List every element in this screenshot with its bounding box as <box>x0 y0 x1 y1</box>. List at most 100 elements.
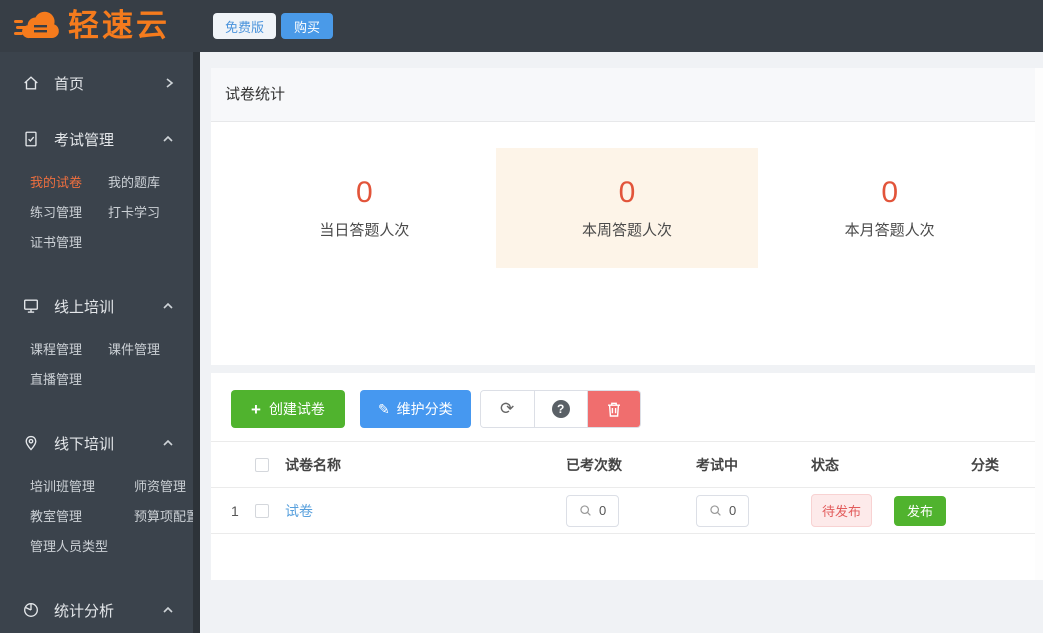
sidebar-item-home[interactable]: 首页 <box>0 63 193 103</box>
create-paper-label: 创建试卷 <box>268 401 325 417</box>
location-pin-icon <box>25 435 37 451</box>
refresh-button[interactable]: ⟳ <box>480 391 534 427</box>
header-status: 状态 <box>811 456 839 473</box>
menu-label-home: 首页 <box>54 75 85 93</box>
papers-toolbar: + 创建试卷 ✎ 维护分类 ⟳ ? <box>211 390 1043 428</box>
taken-count-button[interactable]: 0 <box>566 494 620 527</box>
menu-label-online: 线上培训 <box>54 298 115 316</box>
home-icon <box>24 76 38 90</box>
chevron-up-icon <box>163 135 173 142</box>
search-icon <box>580 505 591 516</box>
row-select <box>255 488 285 534</box>
sidebar-subitem-checkin-study[interactable]: 打卡学习 <box>108 198 160 228</box>
pie-chart-icon <box>24 603 38 617</box>
header-index <box>211 442 255 488</box>
header-in-exam: 考试中 <box>696 456 738 473</box>
stat-daily-answers: 0 当日答题人次 <box>233 148 496 268</box>
stat-label: 本月答题人次 <box>844 222 935 239</box>
stats-card: 0 当日答题人次 0 本周答题人次 0 本月答题人次 <box>211 122 1043 365</box>
monitor-icon <box>24 299 38 313</box>
free-version-badge[interactable]: 免费版 <box>213 13 277 39</box>
header-paper-name: 试卷名称 <box>285 456 341 473</box>
submenu-online: 课程管理 课件管理 直播管理 <box>0 326 193 407</box>
header-select-all <box>255 442 285 488</box>
sidebar-subitem-live[interactable]: 直播管理 <box>30 365 82 395</box>
papers-card: + 创建试卷 ✎ 维护分类 ⟳ ? 试卷名称 已考次数 考试中 状态 分类 1 … <box>211 373 1043 580</box>
sidebar-subitem-teachers[interactable]: 师资管理 <box>134 472 193 502</box>
page-title: 试卷统计 <box>211 68 1043 122</box>
delete-button[interactable] <box>586 391 640 427</box>
select-all-checkbox[interactable] <box>255 457 269 472</box>
buy-button[interactable]: 购买 <box>281 13 334 39</box>
row-index: 1 <box>231 502 239 519</box>
publish-button[interactable]: 发布 <box>894 495 947 526</box>
maintain-category-label: 维护分类 <box>396 401 453 417</box>
edit-icon: ✎ <box>377 400 390 417</box>
sidebar-subitem-question-bank[interactable]: 我的题库 <box>108 168 160 198</box>
stat-value: 0 <box>355 176 373 209</box>
sidebar-subitem-practice[interactable]: 练习管理 <box>30 198 82 228</box>
sidebar-item-statistics[interactable]: 统计分析 <box>0 590 193 630</box>
menu-label-exam: 考试管理 <box>54 131 115 149</box>
search-icon <box>710 505 721 516</box>
table-row: 1 试卷 0 0 待发布 发布 <box>211 488 1043 534</box>
main-content: 试卷统计 0 当日答题人次 0 本周答题人次 0 本月答题人次 + 创建试卷 ✎… <box>200 52 1043 633</box>
stat-value: 0 <box>881 176 899 209</box>
papers-table: 试卷名称 已考次数 考试中 状态 分类 1 试卷 0 0 待发布 发布 <box>211 441 1043 534</box>
sidebar-item-online-training[interactable]: 线上培训 <box>0 286 193 326</box>
sidebar-subitem-certificates[interactable]: 证书管理 <box>30 228 82 258</box>
submenu-offline: 培训班管理 师资管理 教室管理 预算项配置 管理人员类型 <box>0 463 193 574</box>
sidebar-subitem-training-class[interactable]: 培训班管理 <box>30 472 108 502</box>
sidebar-item-offline-training[interactable]: 线下培训 <box>0 423 193 463</box>
maintain-category-button[interactable]: ✎ 维护分类 <box>359 390 471 428</box>
row-checkbox[interactable] <box>255 503 269 518</box>
menu-label-offline: 线下培训 <box>54 435 115 453</box>
sidebar-subitem-classrooms[interactable]: 教室管理 <box>30 502 108 532</box>
stat-value: 0 <box>618 176 636 209</box>
scrollbar-track[interactable] <box>1035 68 1043 580</box>
stat-label: 当日答题人次 <box>319 222 410 239</box>
chevron-up-icon <box>163 439 173 446</box>
chevron-up-icon <box>163 606 173 613</box>
brand-logo[interactable]: 轻速云 <box>14 9 170 42</box>
sidebar-subitem-courseware[interactable]: 课件管理 <box>108 335 160 365</box>
create-paper-button[interactable]: + 创建试卷 <box>231 390 345 428</box>
help-icon: ? <box>551 400 570 418</box>
chevron-right-icon <box>166 78 174 88</box>
submenu-exam: 我的试卷 我的题库 练习管理 打卡学习 证书管理 <box>0 159 193 270</box>
header-category: 分类 <box>971 456 999 473</box>
taken-count-value: 0 <box>599 503 607 518</box>
app-window: 轻速云 免费版 购买 首页 考试管理 我的试卷 我的题库 练习管理 打卡学习 证… <box>0 0 1043 633</box>
sidebar-subitem-my-papers[interactable]: 我的试卷 <box>30 168 82 198</box>
sidebar: 首页 考试管理 我的试卷 我的题库 练习管理 打卡学习 证书管理 线上培训 课程… <box>0 52 193 633</box>
topbar: 轻速云 免费版 购买 <box>0 0 1043 52</box>
sidebar-subitem-courses[interactable]: 课程管理 <box>30 335 82 365</box>
in-exam-count-value: 0 <box>729 503 737 518</box>
stat-label: 本周答题人次 <box>582 222 673 239</box>
row-paper-name: 试卷 <box>285 488 566 534</box>
row-category <box>971 488 1043 534</box>
paper-name-link[interactable]: 试卷 <box>285 503 313 519</box>
sidebar-divider <box>193 52 200 633</box>
plus-icon: + <box>251 399 261 419</box>
status-badge: 待发布 <box>811 494 873 527</box>
cloud-logo-icon <box>14 11 59 39</box>
stat-monthly-answers: 0 本月答题人次 <box>758 148 1021 268</box>
chevron-up-icon <box>163 302 173 309</box>
stat-weekly-answers: 0 本周答题人次 <box>495 148 759 268</box>
row-status: 待发布 发布 <box>811 488 971 534</box>
sidebar-subitem-admin-types[interactable]: 管理人员类型 <box>30 532 108 562</box>
table-header-row: 试卷名称 已考次数 考试中 状态 分类 <box>211 441 1043 488</box>
refresh-icon: ⟳ <box>500 399 515 418</box>
menu-label-statistics: 统计分析 <box>54 602 115 620</box>
trash-icon <box>607 402 620 417</box>
row-in-exam-count: 0 <box>696 488 811 534</box>
header-taken-count: 已考次数 <box>566 456 622 473</box>
utility-button-group: ⟳ ? <box>479 390 641 428</box>
sidebar-subitem-budget-config[interactable]: 预算项配置 <box>134 502 193 532</box>
in-exam-count-button[interactable]: 0 <box>696 494 750 527</box>
brand-name: 轻速云 <box>68 8 170 43</box>
sidebar-item-exam-management[interactable]: 考试管理 <box>0 119 193 159</box>
help-button[interactable]: ? <box>533 391 587 427</box>
exam-doc-icon <box>25 131 37 147</box>
